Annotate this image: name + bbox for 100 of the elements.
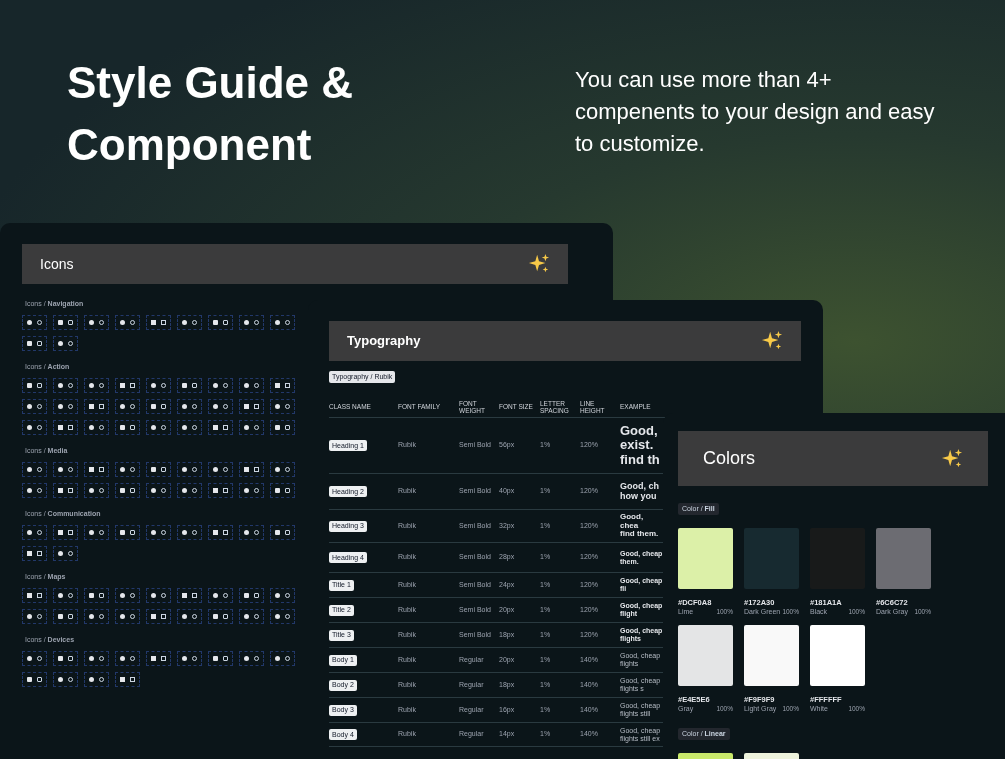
icon-pair-tile[interactable] [115,609,140,624]
icon-pair-tile[interactable] [22,525,47,540]
icon-pair-tile[interactable] [22,462,47,477]
icon-pair-tile[interactable] [239,462,264,477]
icon-pair-tile[interactable] [177,315,202,330]
icon-pair-tile[interactable] [84,672,109,687]
icon-pair-tile[interactable] [22,378,47,393]
icon-pair-tile[interactable] [22,336,47,351]
icon-pair-tile[interactable] [22,672,47,687]
icon-pair-tile[interactable] [208,525,233,540]
icon-pair-tile[interactable] [53,483,78,498]
icon-pair-tile[interactable] [270,525,295,540]
icon-pair-tile[interactable] [84,462,109,477]
icon-pair-tile[interactable] [239,483,264,498]
icon-pair-tile[interactable] [22,483,47,498]
icon-pair-tile[interactable] [146,399,171,414]
icon-pair-tile[interactable] [115,420,140,435]
icon-pair-tile[interactable] [177,651,202,666]
icon-pair-tile[interactable] [53,672,78,687]
icon-pair-tile[interactable] [208,315,233,330]
icon-pair-tile[interactable] [22,651,47,666]
icon-pair-tile[interactable] [177,462,202,477]
icon-pair-tile[interactable] [270,420,295,435]
icon-pair-tile[interactable] [84,315,109,330]
icon-pair-tile[interactable] [177,609,202,624]
icon-pair-tile[interactable] [239,420,264,435]
icon-pair-tile[interactable] [208,378,233,393]
icon-pair-tile[interactable] [53,525,78,540]
icon-pair-tile[interactable] [177,399,202,414]
icon-pair-tile[interactable] [177,420,202,435]
icon-pair-tile[interactable] [208,588,233,603]
icon-pair-tile[interactable] [53,420,78,435]
icon-pair-tile[interactable] [270,483,295,498]
icon-pair-tile[interactable] [239,525,264,540]
icon-pair-tile[interactable] [146,420,171,435]
icon-pair-tile[interactable] [84,399,109,414]
icon-pair-tile[interactable] [208,420,233,435]
icon-pair-tile[interactable] [115,315,140,330]
icon-pair-tile[interactable] [146,315,171,330]
icon-pair-tile[interactable] [115,525,140,540]
icon-pair-tile[interactable] [115,651,140,666]
icon-pair-tile[interactable] [270,651,295,666]
icon-pair-tile[interactable] [177,525,202,540]
icon-pair-tile[interactable] [84,378,109,393]
icon-pair-tile[interactable] [239,399,264,414]
icon-pair-tile[interactable] [239,588,264,603]
icon-pair-tile[interactable] [84,588,109,603]
icon-pair-tile[interactable] [53,588,78,603]
icon-pair-tile[interactable] [208,651,233,666]
icon-pair-tile[interactable] [22,420,47,435]
icon-pair-tile[interactable] [53,399,78,414]
icon-pair-tile[interactable] [115,462,140,477]
icon-pair-tile[interactable] [115,483,140,498]
icon-pair-tile[interactable] [208,483,233,498]
icon-pair-tile[interactable] [208,609,233,624]
icon-pair-tile[interactable] [208,462,233,477]
icon-pair-tile[interactable] [270,399,295,414]
icon-pair-tile[interactable] [84,651,109,666]
icon-pair-tile[interactable] [239,609,264,624]
icon-pair-tile[interactable] [146,462,171,477]
icon-pair-tile[interactable] [146,588,171,603]
outline-glyph-icon [37,677,42,682]
filled-glyph-icon [120,614,125,619]
icon-pair-tile[interactable] [22,399,47,414]
icon-pair-tile[interactable] [22,546,47,561]
icon-pair-tile[interactable] [115,588,140,603]
icon-pair-tile[interactable] [270,315,295,330]
icon-pair-tile[interactable] [53,651,78,666]
icon-pair-tile[interactable] [146,483,171,498]
icon-pair-tile[interactable] [84,525,109,540]
icon-pair-tile[interactable] [146,378,171,393]
icon-pair-tile[interactable] [22,609,47,624]
icon-pair-tile[interactable] [270,609,295,624]
icon-pair-tile[interactable] [115,399,140,414]
icon-pair-tile[interactable] [84,609,109,624]
icon-pair-tile[interactable] [270,588,295,603]
icon-pair-tile[interactable] [177,378,202,393]
icon-pair-tile[interactable] [239,315,264,330]
icon-pair-tile[interactable] [53,336,78,351]
icon-pair-tile[interactable] [115,672,140,687]
icon-pair-tile[interactable] [270,378,295,393]
icon-pair-tile[interactable] [239,651,264,666]
icon-pair-tile[interactable] [84,420,109,435]
icon-pair-tile[interactable] [146,609,171,624]
icon-pair-tile[interactable] [177,483,202,498]
icon-pair-tile[interactable] [115,378,140,393]
icon-pair-tile[interactable] [208,399,233,414]
icon-pair-tile[interactable] [177,588,202,603]
icon-pair-tile[interactable] [53,462,78,477]
icon-pair-tile[interactable] [53,378,78,393]
icon-pair-tile[interactable] [146,525,171,540]
icon-pair-tile[interactable] [53,609,78,624]
icon-pair-tile[interactable] [22,315,47,330]
icon-pair-tile[interactable] [84,483,109,498]
icon-pair-tile[interactable] [146,651,171,666]
icon-pair-tile[interactable] [270,462,295,477]
icon-pair-tile[interactable] [22,588,47,603]
icon-pair-tile[interactable] [239,378,264,393]
icon-pair-tile[interactable] [53,546,78,561]
icon-pair-tile[interactable] [53,315,78,330]
